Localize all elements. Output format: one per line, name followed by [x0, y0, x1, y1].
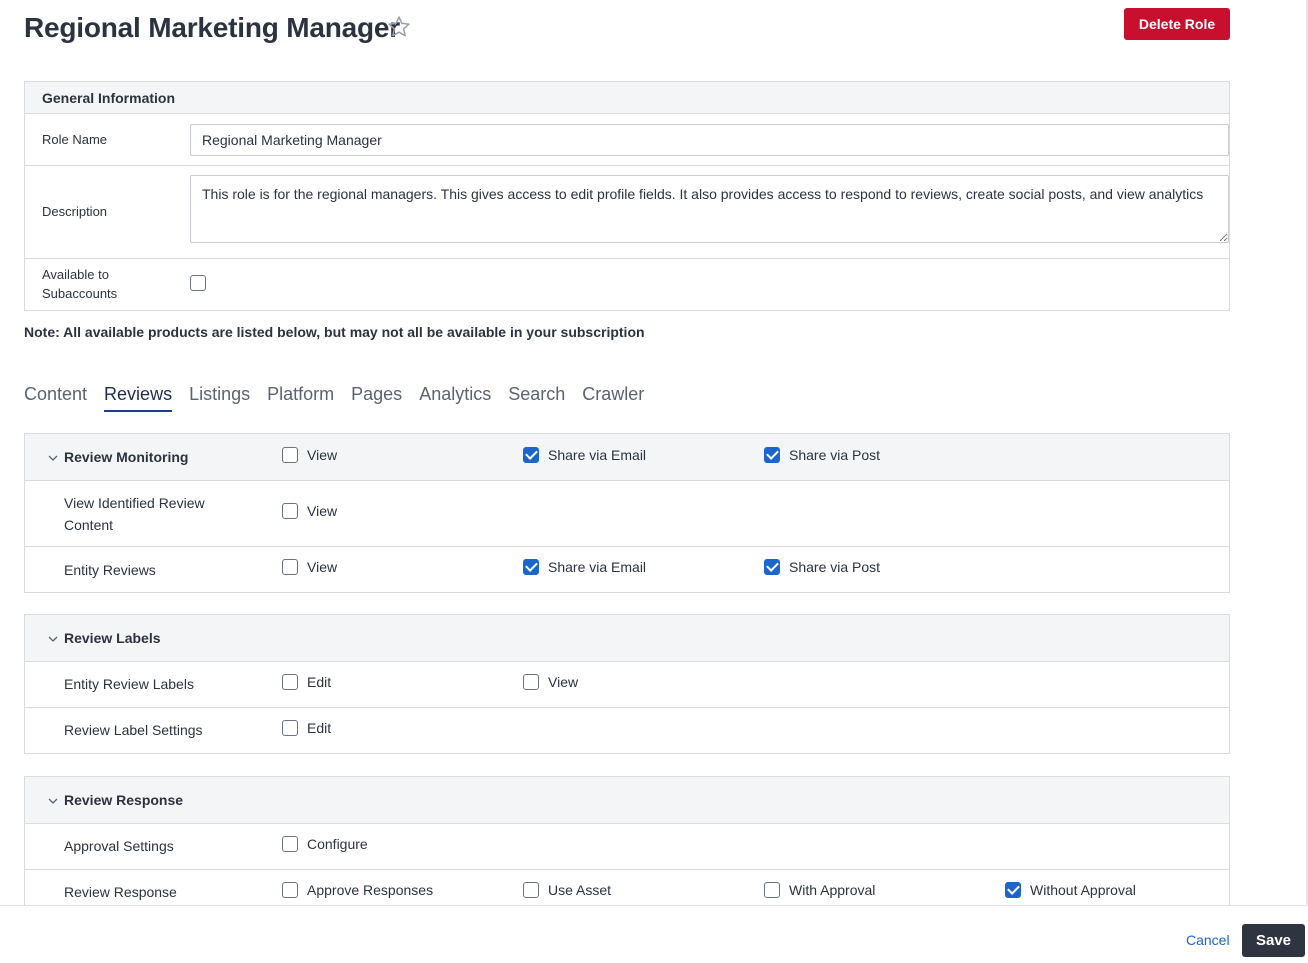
tab-search[interactable]: Search	[508, 384, 565, 412]
view-identified-review-content-row: View Identified Review Content View	[25, 481, 1229, 547]
tab-pages[interactable]: Pages	[351, 384, 402, 412]
approval-settings-configure-option[interactable]: Configure	[282, 836, 368, 852]
approve-responses-option[interactable]: Approve Responses	[282, 882, 433, 898]
review-monitoring-share-email-option[interactable]: Share via Email	[523, 447, 646, 463]
entity-reviews-row: Entity Reviews View Share via Email Shar…	[25, 547, 1229, 592]
product-tabs: Content Reviews Listings Platform Pages …	[24, 384, 661, 412]
entity-reviews-share-post-option[interactable]: Share via Post	[764, 559, 880, 575]
delete-role-button[interactable]: Delete Role	[1124, 8, 1230, 40]
general-information-panel: General Information Role Name Descriptio…	[24, 81, 1230, 311]
review-labels-title: Review Labels	[64, 630, 161, 646]
view-identified-review-content-label: View Identified Review Content	[64, 495, 205, 533]
review-label-settings-edit-option[interactable]: Edit	[282, 720, 331, 736]
cancel-link[interactable]: Cancel	[1186, 932, 1230, 948]
available-subaccounts-checkbox[interactable]	[190, 275, 206, 291]
action-footer: Cancel Save	[0, 905, 1308, 963]
review-response-label: Review Response	[64, 884, 177, 900]
review-label-settings-label: Review Label Settings	[64, 722, 203, 738]
entity-review-labels-edit-option[interactable]: Edit	[282, 674, 331, 690]
view-identified-review-content-view-option[interactable]: View	[282, 503, 337, 519]
role-name-label: Role Name	[42, 132, 108, 147]
entity-reviews-view-option[interactable]: View	[282, 559, 337, 575]
entity-reviews-share-email-checkbox[interactable]	[523, 559, 539, 575]
available-subaccounts-row: Available to Subaccounts	[25, 259, 1229, 310]
review-monitoring-view-option[interactable]: View	[282, 447, 337, 463]
review-response-header[interactable]: Review Response	[25, 777, 1229, 824]
without-approval-checkbox[interactable]	[1005, 882, 1021, 898]
with-approval-option[interactable]: With Approval	[764, 882, 875, 898]
review-response-title: Review Response	[64, 792, 184, 808]
entity-reviews-share-post-checkbox[interactable]	[764, 559, 780, 575]
without-approval-option[interactable]: Without Approval	[1005, 882, 1136, 898]
approval-settings-label: Approval Settings	[64, 838, 174, 854]
entity-reviews-label: Entity Reviews	[64, 562, 156, 578]
tab-platform[interactable]: Platform	[267, 384, 334, 412]
approval-settings-configure-checkbox[interactable]	[282, 836, 298, 852]
description-label: Description	[42, 204, 108, 219]
review-monitoring-view-checkbox[interactable]	[282, 447, 298, 463]
review-response-section: Review Response Approval Settings Config…	[24, 776, 1230, 916]
role-name-input[interactable]	[190, 124, 1229, 156]
subscription-note: Note: All available products are listed …	[24, 324, 645, 340]
review-labels-section: Review Labels Entity Review Labels Edit …	[24, 614, 1230, 754]
entity-review-labels-row: Entity Review Labels Edit View	[25, 662, 1229, 708]
review-monitoring-share-email-checkbox[interactable]	[523, 447, 539, 463]
chevron-down-icon[interactable]	[47, 633, 59, 645]
review-monitoring-header[interactable]: Review Monitoring View Share via Email S…	[25, 434, 1229, 481]
role-name-row: Role Name	[25, 114, 1229, 166]
review-monitoring-share-post-checkbox[interactable]	[764, 447, 780, 463]
review-label-settings-row: Review Label Settings Edit	[25, 708, 1229, 753]
star-icon[interactable]	[386, 14, 412, 40]
chevron-down-icon[interactable]	[47, 452, 59, 464]
available-subaccounts-label: Available to Subaccounts	[42, 267, 118, 301]
use-asset-option[interactable]: Use Asset	[523, 882, 611, 898]
general-information-heading: General Information	[25, 82, 1229, 114]
tab-crawler[interactable]: Crawler	[582, 384, 644, 412]
review-label-settings-edit-checkbox[interactable]	[282, 720, 298, 736]
tab-content[interactable]: Content	[24, 384, 87, 412]
entity-review-labels-edit-checkbox[interactable]	[282, 674, 298, 690]
entity-review-labels-label: Entity Review Labels	[64, 676, 194, 692]
review-labels-header[interactable]: Review Labels	[25, 615, 1229, 662]
page-header: Regional Marketing Manager Delete Role	[24, 8, 1230, 48]
save-button[interactable]: Save	[1242, 924, 1305, 957]
approve-responses-checkbox[interactable]	[282, 882, 298, 898]
entity-reviews-share-email-option[interactable]: Share via Email	[523, 559, 646, 575]
review-monitoring-title: Review Monitoring	[64, 449, 189, 465]
entity-review-labels-view-option[interactable]: View	[523, 674, 578, 690]
view-identified-review-content-view-checkbox[interactable]	[282, 503, 298, 519]
page-title: Regional Marketing Manager	[24, 12, 400, 43]
description-row: Description This role is for the regiona…	[25, 166, 1229, 259]
tab-listings[interactable]: Listings	[189, 384, 250, 412]
description-textarea[interactable]: This role is for the regional managers. …	[190, 175, 1229, 243]
with-approval-checkbox[interactable]	[764, 882, 780, 898]
tab-reviews[interactable]: Reviews	[104, 384, 173, 412]
approval-settings-row: Approval Settings Configure	[25, 824, 1229, 870]
tab-analytics[interactable]: Analytics	[419, 384, 491, 412]
chevron-down-icon[interactable]	[47, 795, 59, 807]
review-monitoring-section: Review Monitoring View Share via Email S…	[24, 433, 1230, 593]
entity-review-labels-view-checkbox[interactable]	[523, 674, 539, 690]
review-monitoring-share-post-option[interactable]: Share via Post	[764, 447, 880, 463]
entity-reviews-view-checkbox[interactable]	[282, 559, 298, 575]
use-asset-checkbox[interactable]	[523, 882, 539, 898]
